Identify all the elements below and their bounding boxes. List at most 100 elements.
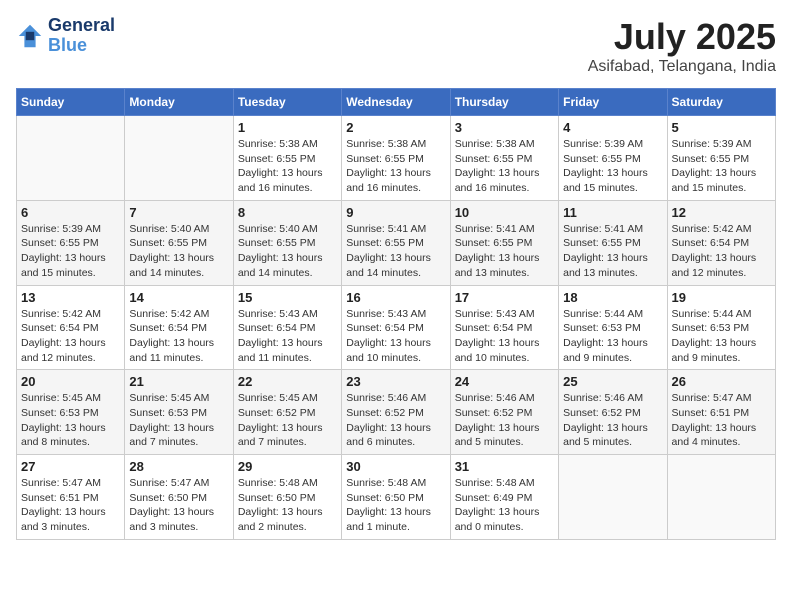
day-number: 24 [455, 374, 554, 389]
day-info: Sunrise: 5:42 AM Sunset: 6:54 PM Dayligh… [129, 307, 228, 366]
calendar-cell: 16 Sunrise: 5:43 AM Sunset: 6:54 PM Dayli… [342, 285, 450, 370]
day-number: 17 [455, 290, 554, 305]
calendar-table: SundayMondayTuesdayWednesdayThursdayFrid… [16, 88, 776, 540]
title-block: July 2025 Asifabad, Telangana, India [588, 16, 776, 76]
calendar-cell [125, 116, 233, 201]
day-number: 14 [129, 290, 228, 305]
day-number: 4 [563, 120, 662, 135]
calendar-cell: 8 Sunrise: 5:40 AM Sunset: 6:55 PM Daylig… [233, 200, 341, 285]
day-number: 26 [672, 374, 771, 389]
day-info: Sunrise: 5:40 AM Sunset: 6:55 PM Dayligh… [238, 222, 337, 281]
day-number: 9 [346, 205, 445, 220]
calendar-cell: 11Sunrise: 5:41 AM Sunset: 6:55 PM Dayli… [559, 200, 667, 285]
day-info: Sunrise: 5:45 AM Sunset: 6:53 PM Dayligh… [129, 391, 228, 450]
calendar-cell: 3 Sunrise: 5:38 AM Sunset: 6:55 PM Daylig… [450, 116, 558, 201]
logo: General Blue [16, 16, 115, 56]
calendar-week-row: 13 Sunrise: 5:42 AM Sunset: 6:54 PM Dayli… [17, 285, 776, 370]
day-number: 5 [672, 120, 771, 135]
calendar-cell: 23 Sunrise: 5:46 AM Sunset: 6:52 PM Dayli… [342, 370, 450, 455]
day-number: 15 [238, 290, 337, 305]
calendar-week-row: 1 Sunrise: 5:38 AM Sunset: 6:55 PM Daylig… [17, 116, 776, 201]
calendar-cell: 7Sunrise: 5:40 AM Sunset: 6:55 PM Daylig… [125, 200, 233, 285]
day-number: 29 [238, 459, 337, 474]
weekday-header: Sunday [17, 89, 125, 116]
month-title: July 2025 [588, 16, 776, 58]
day-number: 12 [672, 205, 771, 220]
day-info: Sunrise: 5:39 AM Sunset: 6:55 PM Dayligh… [563, 137, 662, 196]
day-info: Sunrise: 5:45 AM Sunset: 6:52 PM Dayligh… [238, 391, 337, 450]
calendar-week-row: 27Sunrise: 5:47 AM Sunset: 6:51 PM Dayli… [17, 455, 776, 540]
calendar-cell: 5 Sunrise: 5:39 AM Sunset: 6:55 PM Daylig… [667, 116, 775, 201]
calendar-cell: 1Sunrise: 5:38 AM Sunset: 6:55 PM Daylig… [233, 116, 341, 201]
page-header: General Blue July 2025 Asifabad, Telanga… [16, 16, 776, 76]
calendar-week-row: 6 Sunrise: 5:39 AM Sunset: 6:55 PM Daylig… [17, 200, 776, 285]
calendar-cell: 22 Sunrise: 5:45 AM Sunset: 6:52 PM Dayli… [233, 370, 341, 455]
day-number: 1 [238, 120, 337, 135]
day-info: Sunrise: 5:38 AM Sunset: 6:55 PM Dayligh… [346, 137, 445, 196]
weekday-header: Monday [125, 89, 233, 116]
calendar-cell: 29Sunrise: 5:48 AM Sunset: 6:50 PM Dayli… [233, 455, 341, 540]
day-info: Sunrise: 5:38 AM Sunset: 6:55 PM Dayligh… [455, 137, 554, 196]
calendar-cell: 9 Sunrise: 5:41 AM Sunset: 6:55 PM Daylig… [342, 200, 450, 285]
calendar-cell [667, 455, 775, 540]
day-info: Sunrise: 5:46 AM Sunset: 6:52 PM Dayligh… [455, 391, 554, 450]
day-number: 6 [21, 205, 120, 220]
day-info: Sunrise: 5:48 AM Sunset: 6:50 PM Dayligh… [346, 476, 445, 535]
weekday-header: Friday [559, 89, 667, 116]
weekday-header: Tuesday [233, 89, 341, 116]
calendar-cell: 28Sunrise: 5:47 AM Sunset: 6:50 PM Dayli… [125, 455, 233, 540]
calendar-cell: 31 Sunrise: 5:48 AM Sunset: 6:49 PM Dayli… [450, 455, 558, 540]
day-info: Sunrise: 5:40 AM Sunset: 6:55 PM Dayligh… [129, 222, 228, 281]
calendar-week-row: 20 Sunrise: 5:45 AM Sunset: 6:53 PM Dayli… [17, 370, 776, 455]
calendar-cell: 30Sunrise: 5:48 AM Sunset: 6:50 PM Dayli… [342, 455, 450, 540]
day-info: Sunrise: 5:46 AM Sunset: 6:52 PM Dayligh… [563, 391, 662, 450]
day-info: Sunrise: 5:48 AM Sunset: 6:49 PM Dayligh… [455, 476, 554, 535]
day-number: 2 [346, 120, 445, 135]
calendar-cell: 18Sunrise: 5:44 AM Sunset: 6:53 PM Dayli… [559, 285, 667, 370]
day-number: 22 [238, 374, 337, 389]
day-number: 20 [21, 374, 120, 389]
calendar-cell: 27Sunrise: 5:47 AM Sunset: 6:51 PM Dayli… [17, 455, 125, 540]
day-number: 23 [346, 374, 445, 389]
day-info: Sunrise: 5:45 AM Sunset: 6:53 PM Dayligh… [21, 391, 120, 450]
weekday-header: Wednesday [342, 89, 450, 116]
day-info: Sunrise: 5:43 AM Sunset: 6:54 PM Dayligh… [455, 307, 554, 366]
calendar-cell: 2 Sunrise: 5:38 AM Sunset: 6:55 PM Daylig… [342, 116, 450, 201]
calendar-cell: 20 Sunrise: 5:45 AM Sunset: 6:53 PM Dayli… [17, 370, 125, 455]
day-info: Sunrise: 5:46 AM Sunset: 6:52 PM Dayligh… [346, 391, 445, 450]
day-info: Sunrise: 5:43 AM Sunset: 6:54 PM Dayligh… [238, 307, 337, 366]
weekday-header: Thursday [450, 89, 558, 116]
day-info: Sunrise: 5:39 AM Sunset: 6:55 PM Dayligh… [21, 222, 120, 281]
day-info: Sunrise: 5:41 AM Sunset: 6:55 PM Dayligh… [455, 222, 554, 281]
day-info: Sunrise: 5:41 AM Sunset: 6:55 PM Dayligh… [346, 222, 445, 281]
day-number: 8 [238, 205, 337, 220]
calendar-cell: 12 Sunrise: 5:42 AM Sunset: 6:54 PM Dayli… [667, 200, 775, 285]
calendar-cell: 17 Sunrise: 5:43 AM Sunset: 6:54 PM Dayli… [450, 285, 558, 370]
day-number: 31 [455, 459, 554, 474]
calendar-cell: 19Sunrise: 5:44 AM Sunset: 6:53 PM Dayli… [667, 285, 775, 370]
day-info: Sunrise: 5:47 AM Sunset: 6:51 PM Dayligh… [672, 391, 771, 450]
day-number: 3 [455, 120, 554, 135]
weekday-header: Saturday [667, 89, 775, 116]
calendar-cell: 14 Sunrise: 5:42 AM Sunset: 6:54 PM Dayli… [125, 285, 233, 370]
day-info: Sunrise: 5:47 AM Sunset: 6:51 PM Dayligh… [21, 476, 120, 535]
location-subtitle: Asifabad, Telangana, India [588, 58, 776, 76]
calendar-cell: 26 Sunrise: 5:47 AM Sunset: 6:51 PM Dayli… [667, 370, 775, 455]
calendar-cell: 15 Sunrise: 5:43 AM Sunset: 6:54 PM Dayli… [233, 285, 341, 370]
day-info: Sunrise: 5:39 AM Sunset: 6:55 PM Dayligh… [672, 137, 771, 196]
day-info: Sunrise: 5:47 AM Sunset: 6:50 PM Dayligh… [129, 476, 228, 535]
day-number: 10 [455, 205, 554, 220]
day-info: Sunrise: 5:42 AM Sunset: 6:54 PM Dayligh… [672, 222, 771, 281]
calendar-cell [17, 116, 125, 201]
calendar-cell: 6 Sunrise: 5:39 AM Sunset: 6:55 PM Daylig… [17, 200, 125, 285]
calendar-cell: 25Sunrise: 5:46 AM Sunset: 6:52 PM Dayli… [559, 370, 667, 455]
day-number: 19 [672, 290, 771, 305]
day-number: 18 [563, 290, 662, 305]
calendar-cell [559, 455, 667, 540]
day-number: 21 [129, 374, 228, 389]
day-info: Sunrise: 5:43 AM Sunset: 6:54 PM Dayligh… [346, 307, 445, 366]
calendar-cell: 10 Sunrise: 5:41 AM Sunset: 6:55 PM Dayli… [450, 200, 558, 285]
day-number: 13 [21, 290, 120, 305]
day-number: 16 [346, 290, 445, 305]
day-number: 11 [563, 205, 662, 220]
